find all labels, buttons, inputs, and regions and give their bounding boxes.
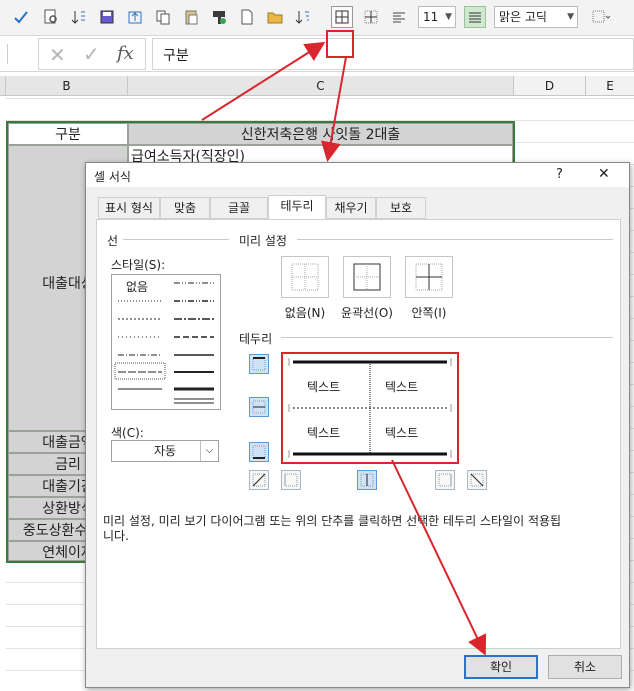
cancel-entry-icon[interactable]: ✕ [49,43,66,67]
font-size-value: 11 [423,10,439,24]
border-top-button[interactable] [249,354,269,374]
border-diagonal-down-button[interactable] [467,470,487,490]
line-group-title: 선 [107,234,119,248]
quick-access-toolbar: 11 ▼ 맑은 고딕 ▼ [0,0,634,36]
tab-number[interactable]: 표시 형식 [98,197,160,219]
open-folder-icon[interactable] [264,6,286,28]
save-as-icon[interactable] [96,6,118,28]
line-group-divider [123,239,229,240]
color-label: 색(C): [111,426,144,440]
inside-borders-icon[interactable] [360,6,382,28]
format-cells-dialog: 셀 서식 ? ✕ 표시 형식 맞춤 글꼴 테두리 채우기 보호 선 스타일(S)… [85,162,630,688]
formula-input[interactable]: 구분 [152,38,634,70]
font-name-select[interactable]: 맑은 고딕 ▼ [494,6,578,28]
column-header-e[interactable]: E [586,76,634,96]
preset-none-label: 없음(N) [284,306,326,320]
all-borders-icon[interactable] [331,6,353,28]
help-button[interactable]: ? [556,167,563,182]
preview-text-bottom-right: 텍스트 [385,426,419,440]
confirm-entry-icon[interactable]: ✓ [83,42,100,66]
column-header-d[interactable]: D [514,76,586,96]
formula-bar: ✕ ✓ fx 구분 [0,36,634,72]
chevron-down-icon: ⌵ [200,441,218,461]
ok-button[interactable]: 확인 [464,655,538,679]
preset-outline-label: 윤곽선(O) [341,306,393,320]
border-diagonal-up-button[interactable] [249,470,269,490]
border-middle-horizontal-button[interactable] [249,397,269,417]
style-label: 스타일(S): [111,258,166,272]
name-box-edge [0,44,8,64]
cancel-button[interactable]: 취소 [548,655,622,679]
formula-buttons: ✕ ✓ fx [38,38,146,70]
border-left-button[interactable] [281,470,301,490]
align-left-icon[interactable] [388,6,410,28]
preset-none-button[interactable] [281,256,329,298]
border-middle-vertical-button[interactable] [357,470,377,490]
insert-function-icon[interactable]: fx [117,43,134,64]
tab-font[interactable]: 글꼴 [210,197,268,219]
preset-inside-label: 안쪽(I) [411,306,447,320]
border-dropdown-icon[interactable] [590,6,612,28]
wrap-text-icon[interactable] [464,6,486,28]
description-text: 미리 설정, 미리 보기 다이어그램 또는 위의 단추를 클릭하면 선택한 테두… [103,514,562,543]
sort-icon[interactable] [68,6,90,28]
dialog-title: 셀 서식 [94,170,131,184]
tab-protection[interactable]: 보호 [376,197,426,219]
color-value: 자동 [153,444,177,458]
format-painter-icon[interactable] [208,6,230,28]
preview-text-top-left: 텍스트 [307,380,341,394]
font-name-value: 맑은 고딕 [499,10,547,24]
export-icon[interactable] [124,6,146,28]
column-header-b[interactable]: B [6,76,128,96]
presets-group-title: 미리 설정 [239,234,287,248]
border-bottom-button[interactable] [249,442,269,462]
border-group-divider [281,337,613,338]
copy-icon[interactable] [152,6,174,28]
new-document-icon[interactable] [236,6,258,28]
print-preview-icon[interactable] [40,6,62,28]
border-right-button[interactable] [435,470,455,490]
presets-divider [297,239,613,240]
preset-inside-button[interactable] [405,256,453,298]
dialog-titlebar: 셀 서식 ? ✕ [86,163,629,187]
color-select[interactable]: 자동 ⌵ [111,440,219,462]
line-style-samples[interactable] [112,275,220,409]
sort-descending-icon[interactable] [292,6,314,28]
line-style-list[interactable]: 없음 [111,274,221,410]
preview-text-top-right: 텍스트 [385,380,419,394]
tab-border[interactable]: 테두리 [268,195,326,220]
header-label-cell[interactable]: 구분 [8,123,128,145]
close-icon[interactable]: ✕ [598,166,610,182]
paste-icon[interactable] [180,6,202,28]
column-header-c[interactable]: C [128,76,514,96]
chevron-down-icon: ▼ [567,12,574,22]
tab-fill[interactable]: 채우기 [326,197,376,219]
font-size-select[interactable]: 11 ▼ [418,6,456,28]
spell-check-icon[interactable] [10,6,32,28]
tab-alignment[interactable]: 맞춤 [160,197,210,219]
preview-text-bottom-left: 텍스트 [307,426,341,440]
preset-outline-button[interactable] [343,256,391,298]
border-tab-page: 선 스타일(S): 없음 색(C): 자동 ⌵ 미리 설정 없음(N) 윤곽선(… [96,219,621,649]
border-group-title: 테두리 [239,332,273,346]
border-preview[interactable]: 텍스트 텍스트 텍스트 텍스트 [285,356,455,460]
chevron-down-icon: ▼ [445,12,452,22]
header-product-cell[interactable]: 신한저축은행 사잇돌 2대출 [128,123,513,145]
